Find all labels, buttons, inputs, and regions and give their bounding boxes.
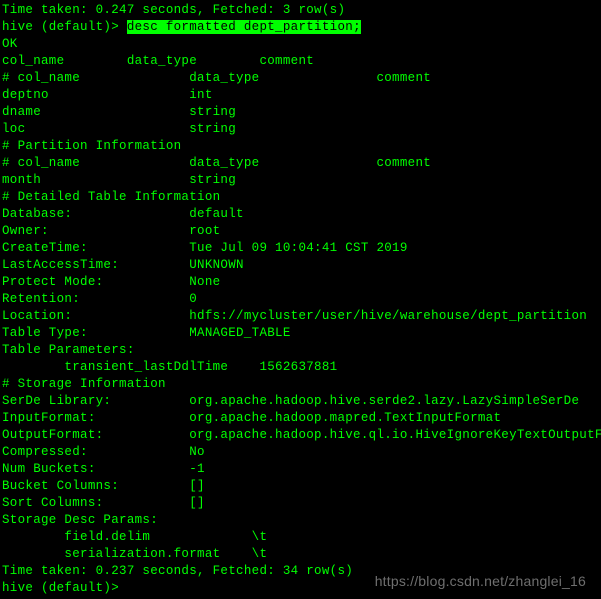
storage-bucketcols: Bucket Columns: [] [2,478,599,495]
detailed-protectmode: Protect Mode: None [2,274,599,291]
header-row-2: # col_name data_type comment [2,70,599,87]
storage-serde: SerDe Library: org.apache.hadoop.hive.se… [2,393,599,410]
detailed-transient: transient_lastDdlTime 1562637881 [2,359,599,376]
prev-time-taken: Time taken: 0.247 seconds, Fetched: 3 ro… [2,2,599,19]
detailed-tabletype: Table Type: MANAGED_TABLE [2,325,599,342]
column-dname: dname string [2,104,599,121]
storage-fielddelim: field.delim \t [2,529,599,546]
column-deptno: deptno int [2,87,599,104]
detailed-tableparams: Table Parameters: [2,342,599,359]
detailed-location: Location: hdfs://mycluster/user/hive/war… [2,308,599,325]
entered-command: desc formatted dept_partition; [127,20,361,34]
hive-prompt: hive (default)> [2,20,127,34]
detailed-title: # Detailed Table Information [2,189,599,206]
storage-descparams: Storage Desc Params: [2,512,599,529]
detailed-lastaccess: LastAccessTime: UNKNOWN [2,257,599,274]
partition-header: # col_name data_type comment [2,155,599,172]
detailed-createtime: CreateTime: Tue Jul 09 10:04:41 CST 2019 [2,240,599,257]
partition-title: # Partition Information [2,138,599,155]
detailed-database: Database: default [2,206,599,223]
prompt-line-1[interactable]: hive (default)> desc formatted dept_part… [2,19,599,36]
hive-prompt-2: hive (default)> [2,581,127,595]
storage-title: # Storage Information [2,376,599,393]
storage-numbuckets: Num Buckets: -1 [2,461,599,478]
storage-serformat: serialization.format \t [2,546,599,563]
ok-response: OK [2,36,599,53]
header-row-1: col_name data_type comment [2,53,599,70]
storage-outputformat: OutputFormat: org.apache.hadoop.hive.ql.… [2,427,599,444]
partition-month: month string [2,172,599,189]
watermark-text: https://blog.csdn.net/zhanglei_16 [375,572,586,591]
storage-sortcols: Sort Columns: [] [2,495,599,512]
storage-compressed: Compressed: No [2,444,599,461]
detailed-retention: Retention: 0 [2,291,599,308]
storage-inputformat: InputFormat: org.apache.hadoop.mapred.Te… [2,410,599,427]
column-loc: loc string [2,121,599,138]
detailed-owner: Owner: root [2,223,599,240]
